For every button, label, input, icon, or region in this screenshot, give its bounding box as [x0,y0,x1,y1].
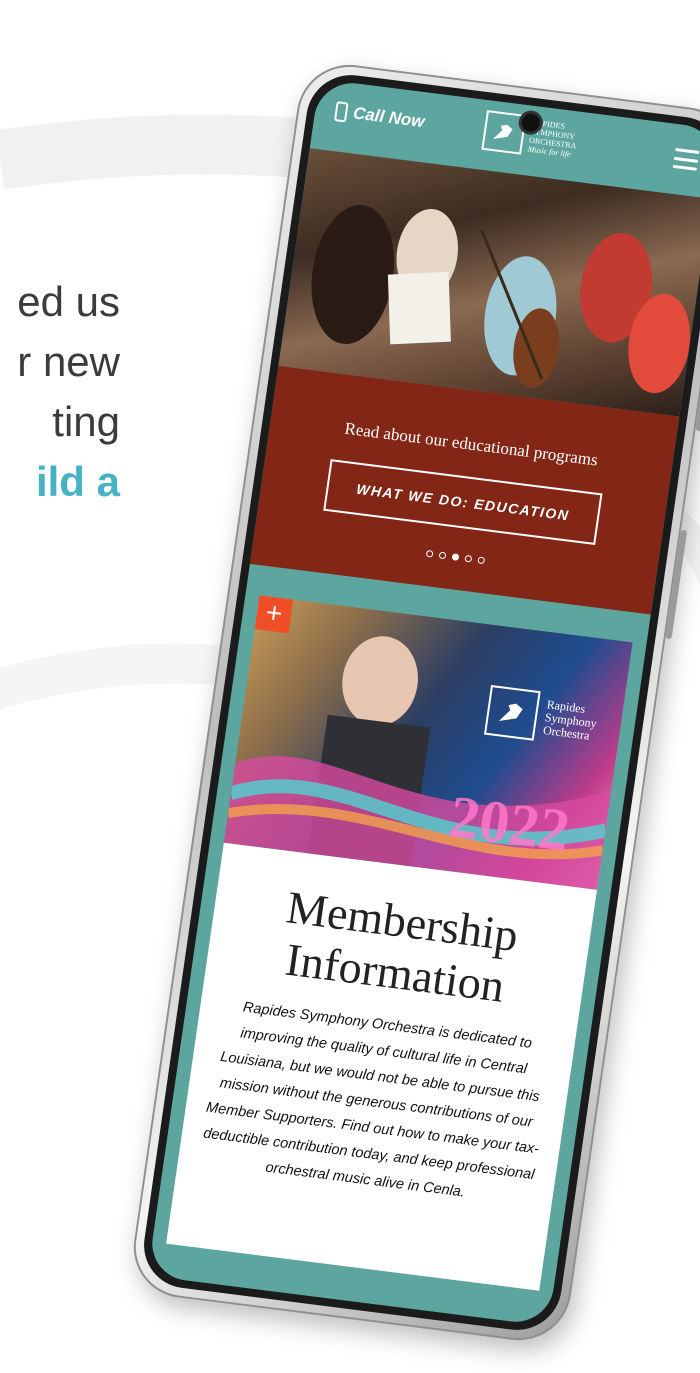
membership-description: Rapides Symphony Orchestra is dedicated … [202,999,541,1201]
orchestra-logo-icon [481,110,527,155]
phone-screen: Call Now Rapides Symphony Orchestra [147,78,700,1327]
call-now-button[interactable]: Call Now [333,101,426,132]
carousel-dot-active[interactable] [450,553,459,561]
card-orchestra-logo-icon [483,685,541,741]
volume-button [695,361,700,432]
year-graphic-text: 2022 [445,783,574,864]
phone-icon [333,101,349,123]
call-now-label: Call Now [351,103,426,132]
card-logo-wordmark: Rapides Symphony Orchestra [542,697,599,743]
education-button[interactable]: WHAT WE DO: EDUCATION [322,459,603,546]
power-button [665,529,688,640]
membership-card-body: Membership Information Rapides Symphony … [166,842,597,1291]
menu-icon[interactable] [672,147,700,171]
phone-bezel: Call Now Rapides Symphony Orchestra [138,69,700,1336]
phone-frame: Call Now Rapides Symphony Orchestra [126,58,700,1347]
membership-card-image[interactable]: + Rapides Symphony Orchestra 2022 [223,595,633,890]
carousel-dot[interactable] [425,549,434,558]
carousel-dot[interactable] [476,556,485,565]
carousel-dot[interactable] [438,551,447,560]
phone-mockup-wrapper: Call Now Rapides Symphony Orchestra [0,0,700,1373]
carousel-dot[interactable] [463,554,472,563]
plus-icon[interactable]: + [254,595,294,634]
